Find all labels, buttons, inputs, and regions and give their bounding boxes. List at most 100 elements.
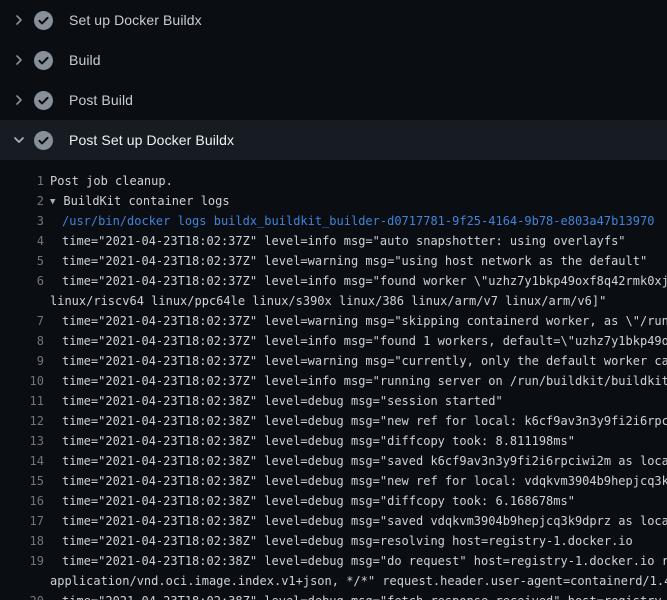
log-line: 3 /usr/bin/docker logs buildx_buildkit_b… bbox=[0, 211, 667, 231]
log-line: 14 time="2021-04-23T18:02:38Z" level=deb… bbox=[0, 451, 667, 471]
log-line-message: time="2021-04-23T18:02:38Z" level=debug … bbox=[62, 394, 503, 408]
log-line-text: time="2021-04-23T18:02:38Z" level=debug … bbox=[44, 554, 667, 568]
log-line: 20 time="2021-04-23T18:02:38Z" level=deb… bbox=[0, 591, 667, 600]
log-line-text: time="2021-04-23T18:02:38Z" level=debug … bbox=[44, 474, 667, 488]
log-line-text: time="2021-04-23T18:02:38Z" level=debug … bbox=[44, 534, 633, 548]
log-line-number[interactable]: 2 bbox=[0, 194, 44, 208]
log-line-message: time="2021-04-23T18:02:37Z" level=info m… bbox=[62, 234, 626, 248]
log-line-text: /usr/bin/docker logs buildx_buildkit_bui… bbox=[44, 214, 654, 228]
log-line: linux/riscv64 linux/ppc64le linux/s390x … bbox=[0, 291, 667, 311]
log-line-message: time="2021-04-23T18:02:38Z" level=debug … bbox=[62, 554, 667, 568]
log-line-text: time="2021-04-23T18:02:38Z" level=debug … bbox=[44, 514, 667, 528]
log-line-text: time="2021-04-23T18:02:38Z" level=debug … bbox=[44, 394, 503, 408]
log-line-text: application/vnd.oci.image.index.v1+json,… bbox=[44, 574, 667, 588]
log-line-message: Post job cleanup. bbox=[50, 174, 173, 188]
log-line: 4 time="2021-04-23T18:02:37Z" level=info… bbox=[0, 231, 667, 251]
log-line: 1 Post job cleanup. bbox=[0, 171, 667, 191]
log-line: 8 time="2021-04-23T18:02:37Z" level=info… bbox=[0, 331, 667, 351]
log-line: 9 time="2021-04-23T18:02:37Z" level=warn… bbox=[0, 351, 667, 371]
log-line-number[interactable]: 10 bbox=[0, 374, 44, 388]
log-line-text: linux/riscv64 linux/ppc64le linux/s390x … bbox=[44, 294, 606, 308]
log-line-text: time="2021-04-23T18:02:37Z" level=info m… bbox=[44, 274, 667, 288]
log-line: 15 time="2021-04-23T18:02:38Z" level=deb… bbox=[0, 471, 667, 491]
log-line-number[interactable]: 12 bbox=[0, 414, 44, 428]
log-line-text: time="2021-04-23T18:02:37Z" level=warnin… bbox=[44, 354, 667, 368]
check-circle-icon bbox=[34, 91, 53, 110]
log-line-message: time="2021-04-23T18:02:38Z" level=debug … bbox=[62, 414, 667, 428]
check-circle-icon bbox=[34, 131, 53, 150]
log-line: 7 time="2021-04-23T18:02:37Z" level=warn… bbox=[0, 311, 667, 331]
log-line-number[interactable]: 14 bbox=[0, 454, 44, 468]
log-line: 17 time="2021-04-23T18:02:38Z" level=deb… bbox=[0, 511, 667, 531]
log-line-message: time="2021-04-23T18:02:38Z" level=debug … bbox=[62, 594, 667, 600]
log-line: 10 time="2021-04-23T18:02:37Z" level=inf… bbox=[0, 371, 667, 391]
log-line-message: application/vnd.oci.image.index.v1+json,… bbox=[50, 574, 667, 588]
log-line: 12 time="2021-04-23T18:02:38Z" level=deb… bbox=[0, 411, 667, 431]
step-label: Build bbox=[69, 52, 101, 68]
chevron-right-icon bbox=[11, 12, 27, 28]
chevron-right-icon bbox=[11, 92, 27, 108]
step-label: Post Build bbox=[69, 92, 133, 108]
log-line: 11 time="2021-04-23T18:02:38Z" level=deb… bbox=[0, 391, 667, 411]
step-header-post-set-up-docker-buildx[interactable]: Post Set up Docker Buildx bbox=[0, 120, 667, 160]
log-line-number[interactable]: 9 bbox=[0, 354, 44, 368]
log-line: 19 time="2021-04-23T18:02:38Z" level=deb… bbox=[0, 551, 667, 571]
log-line: application/vnd.oci.image.index.v1+json,… bbox=[0, 571, 667, 591]
log-line: 13 time="2021-04-23T18:02:38Z" level=deb… bbox=[0, 431, 667, 451]
log-line-number[interactable]: 15 bbox=[0, 474, 44, 488]
log-line-message: time="2021-04-23T18:02:38Z" level=debug … bbox=[62, 514, 667, 528]
log-line-number[interactable]: 1 bbox=[0, 174, 44, 188]
log-line-number[interactable]: 16 bbox=[0, 494, 44, 508]
log-line-number[interactable]: 4 bbox=[0, 234, 44, 248]
log-line: 16 time="2021-04-23T18:02:38Z" level=deb… bbox=[0, 491, 667, 511]
log-view: 1 Post job cleanup. 2 ▼BuildKit containe… bbox=[0, 160, 667, 600]
log-line-number[interactable]: 6 bbox=[0, 274, 44, 288]
log-line-text: time="2021-04-23T18:02:37Z" level=info m… bbox=[44, 234, 626, 248]
check-circle-icon bbox=[34, 51, 53, 70]
log-line-text: time="2021-04-23T18:02:37Z" level=warnin… bbox=[44, 254, 647, 268]
log-line-text: Post job cleanup. bbox=[44, 174, 173, 188]
log-line-number[interactable]: 13 bbox=[0, 434, 44, 448]
log-line-text: time="2021-04-23T18:02:38Z" level=debug … bbox=[44, 414, 667, 428]
log-line-message: time="2021-04-23T18:02:38Z" level=debug … bbox=[62, 454, 667, 468]
log-line-message: time="2021-04-23T18:02:37Z" level=warnin… bbox=[62, 314, 667, 328]
log-line-number[interactable]: 3 bbox=[0, 214, 44, 228]
log-group-toggle-icon[interactable]: ▼ bbox=[50, 197, 55, 207]
log-line-number[interactable]: 17 bbox=[0, 514, 44, 528]
log-line-number[interactable]: 11 bbox=[0, 394, 44, 408]
log-line-number[interactable]: 7 bbox=[0, 314, 44, 328]
step-header-set-up-docker-buildx[interactable]: Set up Docker Buildx bbox=[0, 0, 667, 40]
log-line-number[interactable]: 18 bbox=[0, 534, 44, 548]
step-label: Set up Docker Buildx bbox=[69, 12, 202, 28]
log-line-message: time="2021-04-23T18:02:38Z" level=debug … bbox=[62, 434, 575, 448]
log-line-number[interactable]: 8 bbox=[0, 334, 44, 348]
log-line-text: ▼BuildKit container logs bbox=[44, 194, 230, 208]
log-line-message: time="2021-04-23T18:02:38Z" level=debug … bbox=[62, 534, 633, 548]
log-line-message: /usr/bin/docker logs buildx_buildkit_bui… bbox=[62, 214, 654, 228]
log-line-message: time="2021-04-23T18:02:37Z" level=warnin… bbox=[62, 354, 667, 368]
log-line: 5 time="2021-04-23T18:02:37Z" level=warn… bbox=[0, 251, 667, 271]
log-line-text: time="2021-04-23T18:02:38Z" level=debug … bbox=[44, 434, 575, 448]
step-header-build[interactable]: Build bbox=[0, 40, 667, 80]
log-line: 6 time="2021-04-23T18:02:37Z" level=info… bbox=[0, 271, 667, 291]
log-line: 2 ▼BuildKit container logs bbox=[0, 191, 667, 211]
log-line-message: time="2021-04-23T18:02:37Z" level=info m… bbox=[62, 274, 667, 288]
log-line-text: time="2021-04-23T18:02:37Z" level=warnin… bbox=[44, 314, 667, 328]
log-line-message: time="2021-04-23T18:02:37Z" level=info m… bbox=[62, 374, 667, 388]
log-line-message: time="2021-04-23T18:02:38Z" level=debug … bbox=[62, 494, 575, 508]
log-line-number[interactable]: 19 bbox=[0, 554, 44, 568]
log-line-number[interactable]: 20 bbox=[0, 594, 44, 600]
chevron-down-icon bbox=[11, 132, 27, 148]
log-line: 18 time="2021-04-23T18:02:38Z" level=deb… bbox=[0, 531, 667, 551]
steps-list: Set up Docker Buildx Build Post Build bbox=[0, 0, 667, 160]
log-line-text: time="2021-04-23T18:02:37Z" level=info m… bbox=[44, 374, 667, 388]
check-circle-icon bbox=[34, 11, 53, 30]
log-line-number[interactable]: 5 bbox=[0, 254, 44, 268]
log-line-message: time="2021-04-23T18:02:37Z" level=info m… bbox=[62, 334, 667, 348]
step-label: Post Set up Docker Buildx bbox=[69, 132, 234, 148]
step-header-post-build[interactable]: Post Build bbox=[0, 80, 667, 120]
log-line-message: time="2021-04-23T18:02:38Z" level=debug … bbox=[62, 474, 667, 488]
log-line-message: time="2021-04-23T18:02:37Z" level=warnin… bbox=[62, 254, 647, 268]
log-line-message: linux/riscv64 linux/ppc64le linux/s390x … bbox=[50, 294, 606, 308]
log-line-text: time="2021-04-23T18:02:37Z" level=info m… bbox=[44, 334, 667, 348]
